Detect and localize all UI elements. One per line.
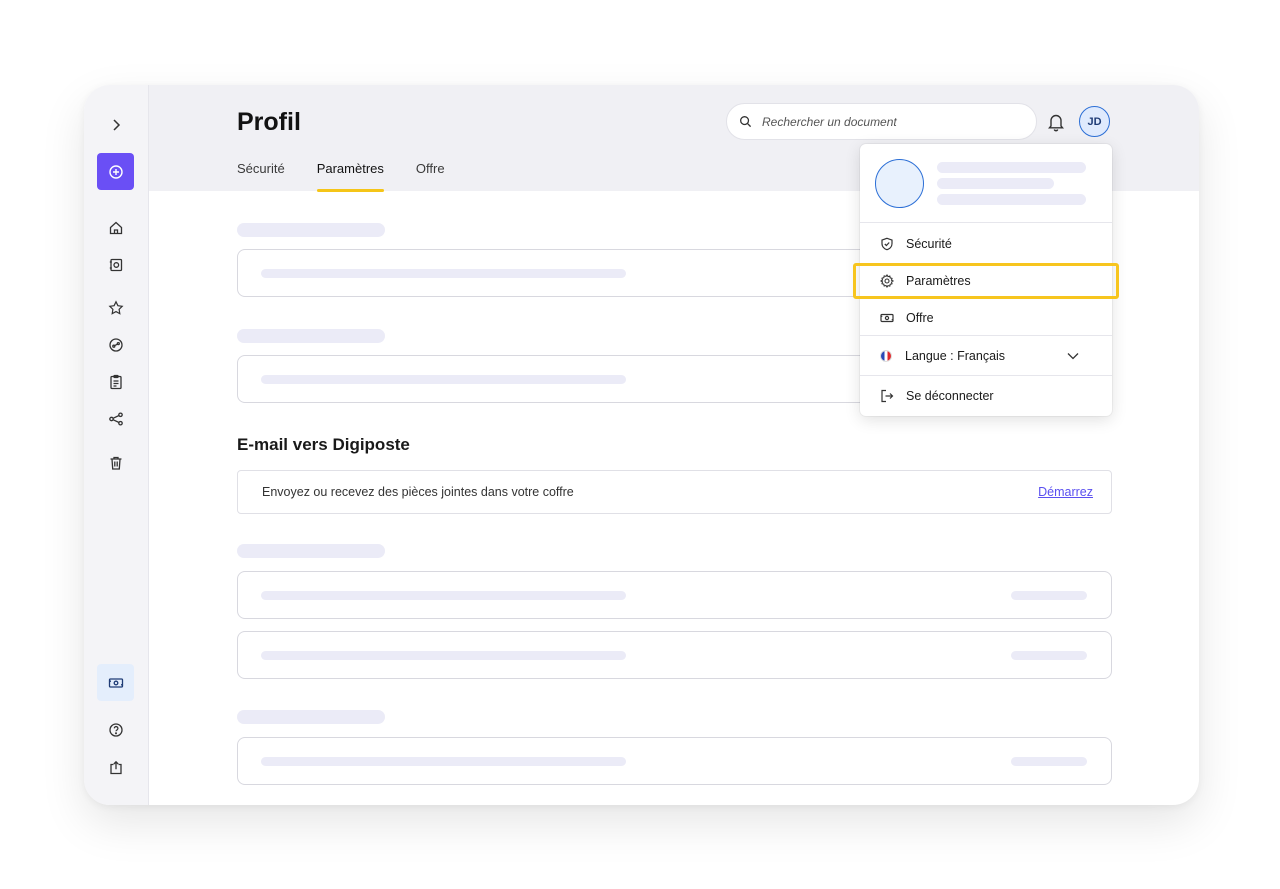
bell-icon[interactable] — [1047, 112, 1065, 132]
menu-item-offre[interactable]: Offre — [860, 299, 1112, 336]
help-icon — [108, 722, 123, 737]
trash-icon — [110, 456, 121, 470]
search-icon — [740, 116, 752, 128]
add-icon — [108, 164, 123, 179]
skeleton-line — [261, 269, 626, 278]
menu-item-label: Langue : Français — [905, 348, 1006, 363]
share-circle-icon — [108, 337, 123, 352]
skeleton-value — [1011, 591, 1087, 600]
menu-profile-block — [860, 144, 1112, 223]
home-icon — [109, 221, 122, 234]
tab-parametres[interactable]: Paramètres — [316, 161, 385, 192]
shield-icon — [881, 237, 893, 250]
clipboard-icon — [109, 374, 122, 389]
skeleton-line — [937, 194, 1086, 205]
skeleton-line — [937, 178, 1054, 189]
menu-avatar — [875, 159, 924, 208]
skeleton-label — [237, 329, 385, 343]
menu-item-label: Se déconnecter — [906, 388, 994, 403]
tab-securite[interactable]: Sécurité — [237, 161, 285, 191]
search-input[interactable] — [762, 114, 1012, 129]
sidebar-item-home[interactable] — [97, 209, 134, 246]
menu-item-label: Paramètres — [906, 273, 971, 288]
logout-icon — [881, 389, 894, 402]
menu-item-label: Offre — [906, 310, 934, 325]
sidebar-item-procedures[interactable] — [97, 363, 134, 400]
email-row: Envoyez ou recevez des pièces jointes da… — [237, 470, 1112, 514]
expand-sidebar-button[interactable] — [97, 106, 134, 143]
email-description: Envoyez ou recevez des pièces jointes da… — [262, 485, 574, 499]
star-icon — [107, 299, 124, 315]
sidebar-item-export[interactable] — [97, 749, 134, 786]
start-link[interactable]: Démarrez — [1038, 485, 1093, 499]
email-section-title: E-mail vers Digiposte — [237, 435, 410, 454]
chevron-right-icon — [112, 118, 120, 131]
search-bar — [726, 103, 1037, 140]
avatar[interactable]: JD — [1079, 106, 1110, 137]
tabs: Sécurité Paramètres Offre — [237, 161, 477, 192]
documents-icon — [109, 258, 122, 271]
sidebar-item-share[interactable] — [97, 400, 134, 437]
menu-item-langue[interactable]: Langue : Français — [860, 337, 1112, 374]
skeleton-line — [261, 651, 626, 660]
menu-item-parametres[interactable]: Paramètres — [860, 262, 1112, 299]
menu-item-securite[interactable]: Sécurité — [860, 225, 1112, 262]
skeleton-line — [261, 375, 626, 384]
chevron-down-icon — [1067, 352, 1079, 359]
tab-offre[interactable]: Offre — [416, 161, 445, 191]
skeleton-label — [237, 544, 385, 558]
menu-item-label: Sécurité — [906, 236, 952, 251]
skeleton-value — [1011, 651, 1087, 660]
skeleton-line — [937, 162, 1086, 173]
skeleton-line — [261, 757, 626, 766]
menu-divider — [860, 375, 1112, 376]
sidebar-item-shared[interactable] — [97, 326, 134, 363]
sidebar-item-offer[interactable] — [97, 664, 134, 701]
offer-icon — [108, 677, 123, 688]
share-icon — [108, 411, 123, 426]
sidebar-item-favorites[interactable] — [97, 289, 134, 326]
sidebar-item-trash[interactable] — [97, 444, 134, 481]
page-title: Profil — [237, 108, 301, 136]
sidebar-item-documents[interactable] — [97, 246, 134, 283]
menu-item-logout[interactable]: Se déconnecter — [860, 377, 1112, 414]
export-icon — [109, 760, 122, 774]
profile-menu: Sécurité Paramètres Offre Langue : Franç… — [860, 144, 1112, 416]
sidebar — [84, 85, 149, 805]
skeleton-value — [1011, 757, 1087, 766]
skeleton-label — [237, 710, 385, 724]
sidebar-item-help[interactable] — [97, 711, 134, 748]
skeleton-label — [237, 223, 385, 237]
gear-icon — [880, 273, 894, 288]
offer-icon — [880, 313, 894, 322]
skeleton-line — [261, 591, 626, 600]
french-flag-icon — [880, 349, 892, 362]
add-document-button[interactable] — [97, 153, 134, 190]
menu-divider — [860, 335, 1112, 336]
